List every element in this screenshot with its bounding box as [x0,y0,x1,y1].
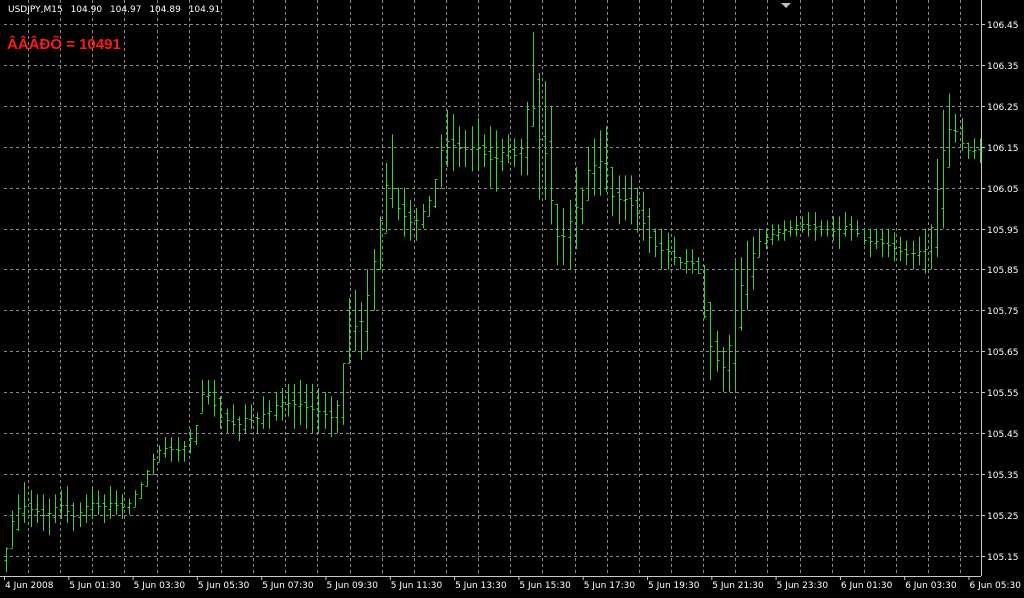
y-tick-label: 105.35 [987,471,1019,481]
x-tick-label: 5 Jun 11:30 [391,581,443,591]
y-tick-label: 105.75 [987,307,1019,317]
chart-background [0,0,1024,594]
symbol-header: USDJPY,M15 104.90 104.97 104.89 104.91 [8,5,225,15]
x-tick-label: 5 Jun 01:30 [69,581,121,591]
y-tick-label: 105.45 [987,430,1019,440]
symbol-label: USDJPY,M15 [8,5,63,15]
y-tick-label: 106.45 [987,21,1019,31]
y-tick-label: 106.35 [987,62,1019,72]
x-tick-label: 5 Jun 15:30 [519,581,571,591]
x-tick-label: 5 Jun 19:30 [648,581,700,591]
x-tick-label: 5 Jun 03:30 [134,581,186,591]
indicator-label: ÂÂÂÐÕ = 10491 [7,36,121,53]
price-chart[interactable]: 106.45 106.35 106.25 106.15 106.05 105.95 105.… [0,0,1024,594]
y-tick-label: 105.65 [987,348,1019,358]
x-tick-label: 6 Jun 01:30 [841,581,893,591]
y-tick-label: 105.55 [987,389,1019,399]
x-tick-label: 6 Jun 05:30 [970,581,1022,591]
y-tick-label: 105.95 [987,226,1019,236]
x-tick-label: 4 Jun 2008 [5,581,54,591]
x-tick-label: 5 Jun 17:30 [584,581,636,591]
x-tick-label: 5 Jun 07:30 [262,581,314,591]
x-tick-label: 5 Jun 05:30 [198,581,250,591]
low-price: 104.89 [149,5,181,15]
high-price: 104.97 [109,5,142,15]
x-tick-label: 5 Jun 23:30 [777,581,829,591]
open-price: 104.90 [70,5,103,15]
y-tick-label: 105.15 [987,553,1019,563]
x-tick-label: 5 Jun 13:30 [455,581,507,591]
x-tick-label: 5 Jun 09:30 [327,581,379,591]
close-price: 104.91 [188,5,221,15]
y-tick-label: 105.25 [987,512,1019,522]
x-tick-label: 5 Jun 21:30 [712,581,764,591]
y-tick-label: 106.15 [987,144,1019,154]
y-tick-label: 105.85 [987,266,1019,276]
y-tick-label: 106.25 [987,103,1019,113]
x-tick-label: 6 Jun 03:30 [905,581,957,591]
y-tick-label: 106.05 [987,185,1019,195]
chart-area[interactable]: 106.45 106.35 106.25 106.15 106.05 105.95 105.… [0,0,1024,594]
